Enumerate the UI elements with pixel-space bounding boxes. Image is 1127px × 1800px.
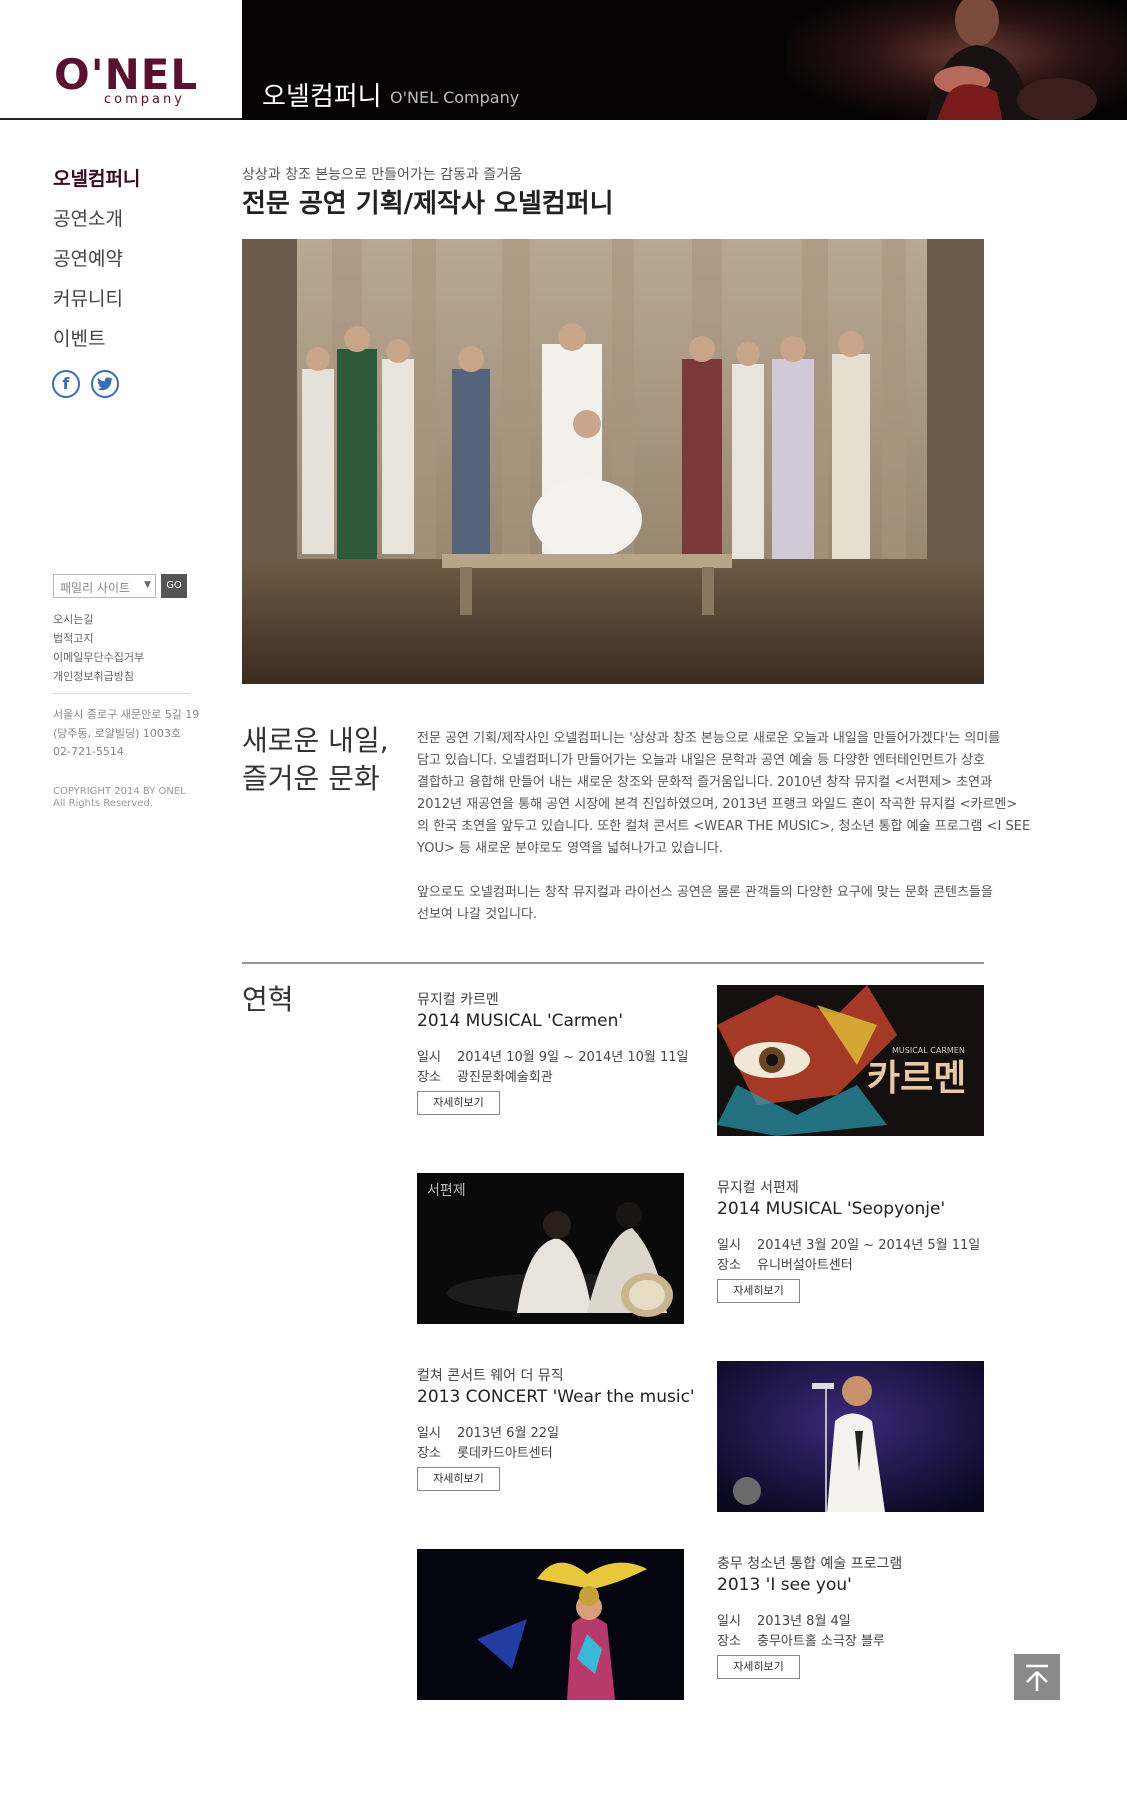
history-kicker: 컬쳐 콘서트 웨어 더 뮤직 [417, 1368, 564, 1384]
place-value: 광진문화예술회관 [457, 1070, 553, 1085]
history-title: 2013 'I see you' [717, 1575, 852, 1595]
history-kicker: 충무 청소년 통합 예술 프로그램 [717, 1556, 903, 1572]
place-value: 유니버설아트센터 [757, 1258, 853, 1273]
logo[interactable]: O'NEL [54, 54, 198, 96]
history-date: 일시 2013년 6월 22일 [417, 1422, 559, 1441]
scroll-top-button[interactable] [1014, 1654, 1060, 1700]
header-performer-image [787, 0, 1127, 120]
place-label: 장소 [417, 1070, 441, 1085]
page-kicker: 상상과 창조 본능으로 만들어가는 감동과 즐거움 [242, 167, 522, 183]
intro-text-line: 2012년 재공연을 통해 공연 시장에 본격 진입하였으며, 2013년 프랭… [417, 797, 1018, 812]
details-button[interactable]: 자세히보기 [717, 1655, 800, 1679]
date-label: 일시 [417, 1426, 441, 1441]
date-label: 일시 [417, 1050, 441, 1065]
link-legal[interactable]: 법적고지 [53, 630, 93, 646]
place-value: 롯데카드아트센터 [457, 1446, 553, 1461]
date-value: 2014년 10월 9일 ~ 2014년 10월 11일 [457, 1050, 689, 1065]
details-button[interactable]: 자세히보기 [417, 1091, 500, 1115]
history-date: 일시 2013년 8월 4일 [717, 1610, 851, 1629]
history-kicker: 뮤지컬 서편제 [717, 1180, 799, 1196]
date-value: 2013년 8월 4일 [757, 1614, 851, 1629]
nav-item-reservation[interactable]: 공연예약 [53, 244, 123, 271]
link-directions[interactable]: 오시는길 [53, 611, 93, 627]
page-title: 전문 공연 기획/제작사 오넬컴퍼니 [242, 189, 614, 219]
page-header-title: 오넬컴퍼니 [262, 82, 382, 112]
date-value: 2014년 3월 20일 ~ 2014년 5월 11일 [757, 1238, 981, 1253]
history-title: 2014 MUSICAL 'Seopyonje' [717, 1199, 946, 1219]
intro-text-line: 선보여 나갈 것입니다. [417, 907, 538, 922]
arrow-up-icon [1026, 1664, 1048, 1691]
i-see-you-image[interactable] [417, 1549, 684, 1700]
nav-item-community[interactable]: 커뮤니티 [53, 284, 123, 311]
nav-item-company[interactable]: 오넬컴퍼니 [53, 164, 140, 191]
go-button[interactable]: GO [161, 574, 187, 598]
date-label: 일시 [717, 1614, 741, 1629]
history-place: 장소 광진문화예술회관 [417, 1066, 553, 1085]
copyright: All Rights Reserved. [53, 798, 154, 809]
sidebar-divider [53, 693, 190, 694]
intro-text-line: 결합하고 융합해 만들어 내는 새로운 창조와 문화적 즐거움입니다. 2010… [417, 775, 993, 790]
intro-text-line: 앞으로도 오넬컴퍼니는 창작 뮤지컬과 라이선스 공연은 물론 관객들의 다양한… [417, 885, 993, 900]
intro-heading-line: 즐거운 문화 [242, 762, 380, 795]
history-place: 장소 충무아트홀 소극장 블루 [717, 1630, 885, 1649]
page-header-subtitle: O'NEL Company [390, 88, 520, 107]
address-line: 서울시 종로구 새문안로 5길 19 [53, 708, 200, 721]
history-kicker: 뮤지컬 카르멘 [417, 992, 499, 1008]
concert-image[interactable] [717, 1361, 984, 1512]
intro-heading: 새로운 내일, 즐거운 문화 [242, 722, 402, 798]
history-title: 2014 MUSICAL 'Carmen' [417, 1011, 624, 1031]
hero-stage-photo [242, 239, 984, 684]
logo-subtext: company [104, 92, 185, 107]
intro-text-line: 전문 공연 기획/제작사인 오넬컴퍼니는 '상상과 창조 본능으로 새로운 오늘… [417, 731, 1001, 746]
link-email-policy[interactable]: 이메일무단수집거부 [53, 649, 144, 665]
history-place: 장소 유니버설아트센터 [717, 1254, 853, 1273]
carmen-poster-image[interactable]: MUSICAL CARMEN 카르멘 [717, 985, 984, 1136]
nav-item-performances[interactable]: 공연소개 [53, 204, 123, 231]
phone-number: 02-721-5514 [53, 745, 124, 758]
poster-title: 카르멘 [867, 1058, 966, 1099]
intro-text-line: 담고 있습니다. 오넬컴퍼니가 만들어가는 오늘과 내일은 문학과 공연 예술 … [417, 753, 986, 768]
twitter-bird-icon [97, 377, 113, 391]
logo-area[interactable]: O'NEL company [0, 0, 242, 120]
history-title: 2013 CONCERT 'Wear the music' [417, 1387, 695, 1407]
family-site-label: 패밀리 사이트 [60, 581, 131, 595]
dropdown-arrow-icon: ▼ [144, 580, 151, 590]
twitter-icon[interactable] [91, 370, 119, 398]
link-privacy[interactable]: 개인정보취급방침 [53, 668, 134, 684]
history-date: 일시 2014년 10월 9일 ~ 2014년 10월 11일 [417, 1046, 689, 1065]
intro-text-line: 의 한국 초연을 앞두고 있습니다. 또한 컬쳐 콘서트 <WEAR THE M… [417, 819, 1031, 834]
section-divider [242, 962, 984, 964]
history-place: 장소 롯데카드아트센터 [417, 1442, 553, 1461]
image-title: 서편제 [427, 1183, 466, 1199]
facebook-icon[interactable]: f [52, 370, 80, 398]
intro-text-line: YOU> 등 새로운 분야로도 영역을 넓혀나가고 있습니다. [417, 841, 723, 856]
family-site-select[interactable]: 패밀리 사이트 ▼ [53, 574, 156, 598]
nav-item-event[interactable]: 이벤트 [53, 324, 105, 351]
date-value: 2013년 6월 22일 [457, 1426, 560, 1441]
intro-heading-line: 새로운 내일, [242, 724, 389, 757]
place-label: 장소 [717, 1634, 741, 1649]
address-line: (당주동, 로얄빌딩) 1003호 [53, 727, 182, 740]
details-button[interactable]: 자세히보기 [417, 1467, 500, 1491]
history-date: 일시 2014년 3월 20일 ~ 2014년 5월 11일 [717, 1234, 980, 1253]
date-label: 일시 [717, 1238, 741, 1253]
place-label: 장소 [417, 1446, 441, 1461]
history-heading: 연혁 [242, 983, 294, 1016]
place-label: 장소 [717, 1258, 741, 1273]
copyright: COPYRIGHT 2014 BY ONEL [53, 786, 186, 797]
seopyonje-image[interactable]: 서편제 [417, 1173, 684, 1324]
details-button[interactable]: 자세히보기 [717, 1279, 800, 1303]
place-value: 충무아트홀 소극장 블루 [757, 1634, 885, 1649]
poster-caption: MUSICAL CARMEN [892, 1046, 965, 1055]
